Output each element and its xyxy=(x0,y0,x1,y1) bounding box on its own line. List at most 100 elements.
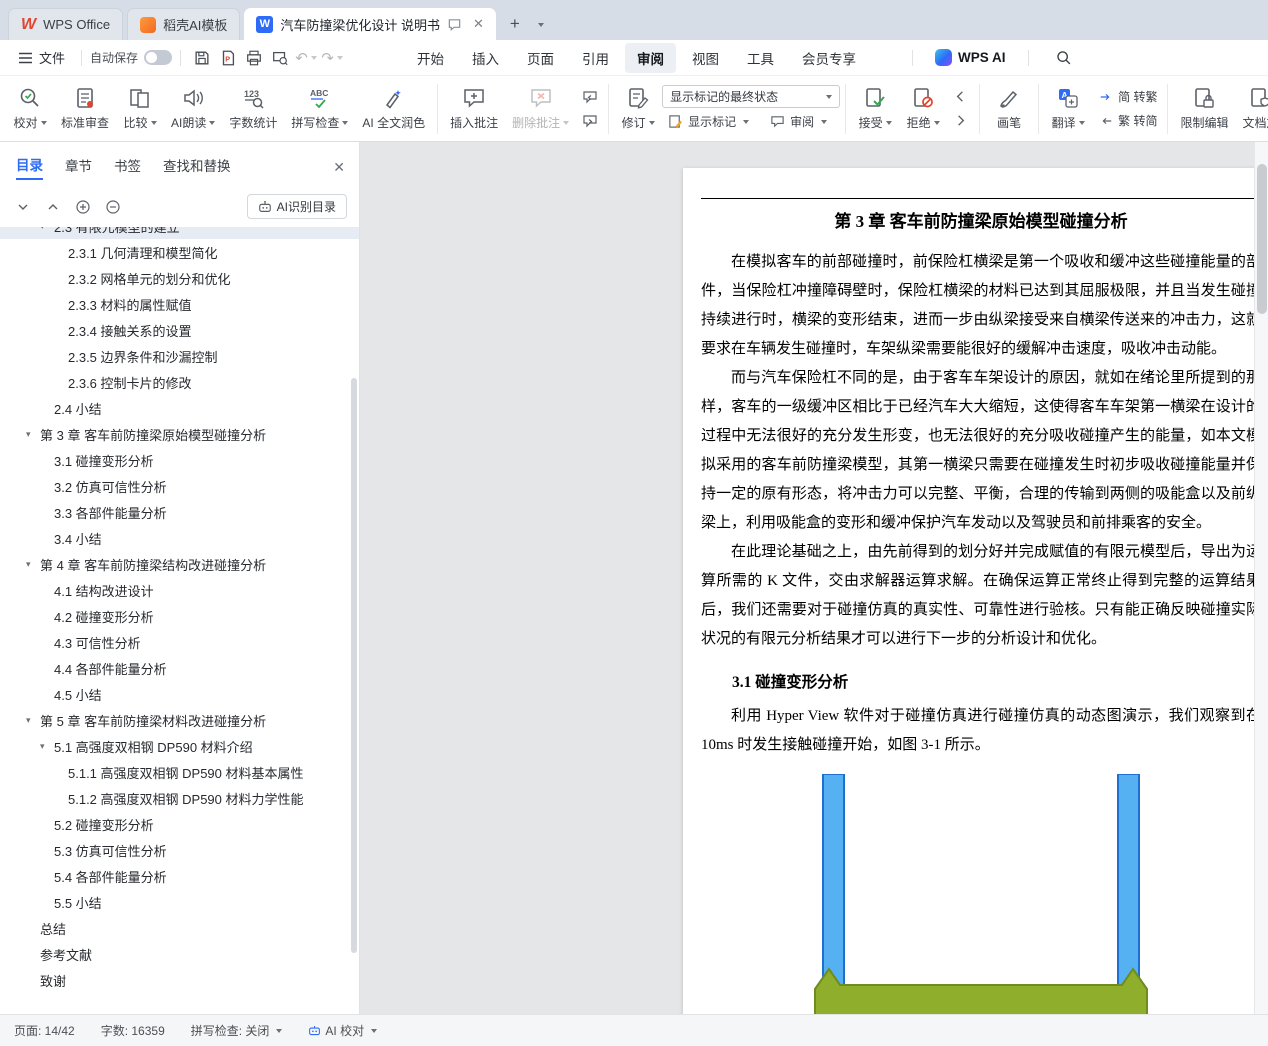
page-indicator[interactable]: 页面: 14/42 xyxy=(14,1022,75,1039)
toc-item[interactable]: 2.3.2 网格单元的划分和优化 xyxy=(0,265,359,291)
toc-item[interactable]: 4.2 碰撞变形分析 xyxy=(0,603,359,629)
wps-ai-button[interactable]: WPS AI xyxy=(935,49,1006,66)
previous-change-button[interactable] xyxy=(947,86,974,107)
autosave-control[interactable]: 自动保存 xyxy=(90,49,172,66)
undo-button[interactable]: ↶ xyxy=(293,45,319,71)
zoom-out-button[interactable] xyxy=(102,196,124,218)
compare-button[interactable]: 比较 xyxy=(116,82,164,135)
toc-item[interactable]: 4.1 结构改进设计 xyxy=(0,577,359,603)
toc-item[interactable]: 3.4 小结 xyxy=(0,525,359,551)
menu-tab-工具[interactable]: 工具 xyxy=(735,43,786,73)
tab-wps-office[interactable]: W WPS Office xyxy=(8,8,123,40)
toc-item[interactable]: 4.5 小结 xyxy=(0,681,359,707)
word-count-button[interactable]: 123 字数统计 xyxy=(222,82,284,135)
chevron-down-icon[interactable]: ▾ xyxy=(26,429,40,440)
menu-tab-开始[interactable]: 开始 xyxy=(405,43,456,73)
ai-read-button[interactable]: AI朗读 xyxy=(164,82,222,135)
autosave-toggle[interactable] xyxy=(144,50,172,65)
sidebar-tab-bookmarks[interactable]: 书签 xyxy=(114,155,141,179)
toc-item[interactable]: 5.5 小结 xyxy=(0,889,359,915)
toc-item[interactable]: 2.3.5 边界条件和沙漏控制 xyxy=(0,343,359,369)
markup-state-select[interactable]: 显示标记的最终状态 xyxy=(662,85,840,108)
document-scrollbar-thumb[interactable] xyxy=(1257,164,1267,314)
toc-item[interactable]: 2.3.4 接触关系的设置 xyxy=(0,317,359,343)
toc-item[interactable]: 总结 xyxy=(0,915,359,941)
toc-item[interactable]: 4.3 可信性分析 xyxy=(0,629,359,655)
delete-comment-button[interactable]: 删除批注 xyxy=(505,82,576,135)
chevron-down-icon[interactable]: ▾ xyxy=(40,227,54,232)
toc-item[interactable]: 参考文献 xyxy=(0,941,359,967)
next-change-button[interactable] xyxy=(947,110,974,131)
ai-polish-button[interactable]: AI 全文润色 xyxy=(355,82,432,135)
close-tab-icon[interactable]: ✕ xyxy=(473,16,484,32)
menu-tab-视图[interactable]: 视图 xyxy=(680,43,731,73)
toc-item[interactable]: 3.1 碰撞变形分析 xyxy=(0,447,359,473)
document-page[interactable]: 第 3 章 客车前防撞梁原始模型碰撞分析 在模拟客车的前部碰撞时，前保险杠横梁是… xyxy=(683,168,1268,1014)
pen-button[interactable]: 画笔 xyxy=(985,82,1033,135)
tab-list-dropdown-icon[interactable] xyxy=(530,11,550,37)
chevron-down-icon[interactable]: ▾ xyxy=(26,715,40,726)
tab-docer-templates[interactable]: 稻壳AI模板 xyxy=(127,8,240,40)
print-button[interactable] xyxy=(241,45,267,71)
toc-item[interactable]: 3.3 各部件能量分析 xyxy=(0,499,359,525)
review-pane-button[interactable]: 审阅 xyxy=(764,111,832,132)
close-sidebar-icon[interactable]: ✕ xyxy=(333,159,345,176)
sidebar-scrollbar-thumb[interactable] xyxy=(351,378,357,953)
show-markup-button[interactable]: 显示标记 xyxy=(662,111,754,132)
standard-review-button[interactable]: 标准审查 xyxy=(54,82,116,135)
toc-item[interactable]: 4.4 各部件能量分析 xyxy=(0,655,359,681)
document-scrollbar[interactable] xyxy=(1254,142,1268,1014)
insert-comment-button[interactable]: 插入批注 xyxy=(443,82,505,135)
traditional-to-simplified-button[interactable]: 繁 转简 xyxy=(1092,110,1162,131)
tab-document[interactable]: W 汽车防撞梁优化设计 说明书 ✕ xyxy=(244,8,496,40)
toc-item[interactable]: ▾第 4 章 客车前防撞梁结构改进碰撞分析 xyxy=(0,551,359,577)
new-tab-button[interactable]: + xyxy=(502,11,528,37)
toc-item[interactable]: 5.1.2 高强度双相钢 DP590 材料力学性能 xyxy=(0,785,359,811)
toc-item[interactable]: 2.3.6 控制卡片的修改 xyxy=(0,369,359,395)
file-menu-button[interactable]: 文件 xyxy=(10,44,73,71)
reject-button[interactable]: 拒绝 xyxy=(899,82,947,135)
export-pdf-button[interactable]: P xyxy=(215,45,241,71)
menu-tab-会员专享[interactable]: 会员专享 xyxy=(790,43,868,73)
toc-item[interactable]: 3.2 仿真可信性分析 xyxy=(0,473,359,499)
toc-item[interactable]: 致谢 xyxy=(0,967,359,993)
spell-check-button[interactable]: ABC 拼写检查 xyxy=(284,82,355,135)
toc-item[interactable]: 5.2 碰撞变形分析 xyxy=(0,811,359,837)
expand-down-button[interactable] xyxy=(12,196,34,218)
chevron-down-icon[interactable]: ▾ xyxy=(26,559,40,570)
ai-proofread-indicator[interactable]: AI 校对 xyxy=(308,1022,377,1039)
menu-tab-插入[interactable]: 插入 xyxy=(460,43,511,73)
track-changes-button[interactable]: 修订 xyxy=(614,82,662,135)
toc-item[interactable]: ▾2.3 有限元模型的建立 xyxy=(0,227,359,239)
search-button[interactable] xyxy=(1051,45,1077,71)
toc-item[interactable]: 2.3.3 材料的属性赋值 xyxy=(0,291,359,317)
menu-tab-审阅[interactable]: 审阅 xyxy=(625,43,676,73)
doc-encrypt-button[interactable]: 文档加 xyxy=(1235,82,1268,135)
spellcheck-indicator[interactable]: 拼写检查: 关闭 xyxy=(191,1022,283,1039)
print-preview-button[interactable] xyxy=(267,45,293,71)
next-comment-button[interactable] xyxy=(576,110,603,131)
toc-item[interactable]: ▾5.1 高强度双相钢 DP590 材料介绍 xyxy=(0,733,359,759)
ai-recognize-toc-button[interactable]: AI识别目录 xyxy=(247,194,347,219)
simplified-to-traditional-button[interactable]: 简 转繁 xyxy=(1092,86,1162,107)
proofread-button[interactable]: 校对 xyxy=(6,82,54,135)
toc-item[interactable]: 5.1.1 高强度双相钢 DP590 材料基本属性 xyxy=(0,759,359,785)
chevron-down-icon[interactable]: ▾ xyxy=(40,741,54,752)
toc-item[interactable]: ▾第 3 章 客车前防撞梁原始模型碰撞分析 xyxy=(0,421,359,447)
sidebar-tab-toc[interactable]: 目录 xyxy=(16,154,43,180)
restrict-edit-button[interactable]: 限制编辑 xyxy=(1173,82,1235,135)
menu-tab-引用[interactable]: 引用 xyxy=(570,43,621,73)
toc-item[interactable]: ▾第 5 章 客车前防撞梁材料改进碰撞分析 xyxy=(0,707,359,733)
zoom-in-button[interactable] xyxy=(72,196,94,218)
menu-tab-页面[interactable]: 页面 xyxy=(515,43,566,73)
redo-button[interactable]: ↷ xyxy=(319,45,345,71)
toc-item[interactable]: 2.3.1 几何清理和模型简化 xyxy=(0,239,359,265)
sidebar-tab-find-replace[interactable]: 查找和替换 xyxy=(163,155,231,179)
toc-item[interactable]: 5.4 各部件能量分析 xyxy=(0,863,359,889)
translate-button[interactable]: A 翻译 xyxy=(1044,82,1092,135)
previous-comment-button[interactable] xyxy=(576,86,603,107)
toc-item[interactable]: 5.3 仿真可信性分析 xyxy=(0,837,359,863)
word-count-indicator[interactable]: 字数: 16359 xyxy=(101,1022,165,1039)
collapse-up-button[interactable] xyxy=(42,196,64,218)
sidebar-tab-chapters[interactable]: 章节 xyxy=(65,155,92,179)
